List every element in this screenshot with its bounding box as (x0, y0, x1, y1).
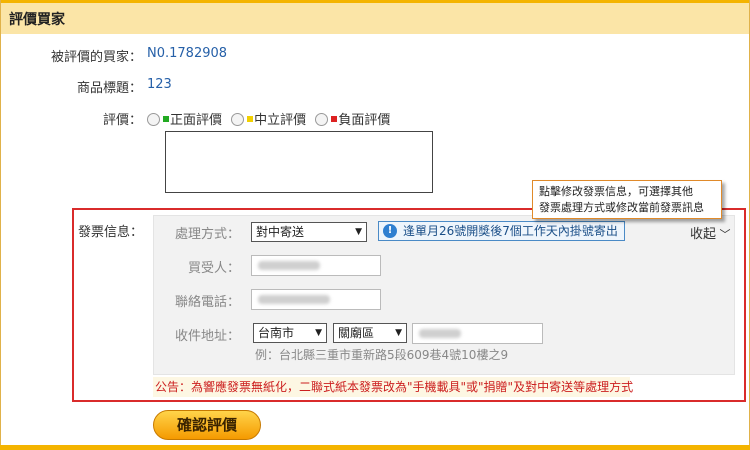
yellow-square-icon (247, 116, 254, 122)
footer-bar (0, 445, 750, 450)
edit-invoice-tooltip: 點擊修改發票信息，可選擇其他 發票處理方式或修改當前發票訊息 (532, 180, 722, 219)
rating-neutral-label: 中立評價 (254, 113, 307, 128)
radio-negative[interactable] (315, 113, 329, 126)
buyer-id: N0.1782908 (147, 46, 228, 61)
rating-neutral[interactable]: 中立評價 (231, 113, 306, 128)
method-select[interactable]: 對中寄送 ▼ (251, 222, 367, 242)
radio-positive[interactable] (147, 113, 160, 126)
address-label: 收件地址： (174, 329, 240, 344)
rating-negative-label: 負面評價 (338, 113, 391, 128)
product-title: 123 (147, 77, 172, 92)
rating-negative[interactable]: 負面評價 (315, 113, 390, 128)
method-label: 處理方式： (174, 227, 240, 242)
district-value: 關廟區 (338, 326, 375, 340)
rating-label: 評價： (102, 113, 142, 128)
green-square-icon (163, 116, 169, 122)
recipient-input[interactable] (251, 255, 381, 276)
red-square-icon (331, 116, 338, 122)
collapse-label: 收起 (690, 227, 717, 242)
announcement: 公告：為響應發票無紙化，二聯式紙本發票改為"手機載具"或"捐贈"及對中寄送等處理… (153, 377, 633, 397)
city-value: 台南市 (258, 326, 295, 340)
dropdown-arrow-icon: ▼ (315, 328, 322, 338)
recipient-label: 買受人： (187, 261, 240, 276)
invoice-label: 發票信息： (78, 225, 144, 240)
phone-label: 聯絡電話： (174, 295, 240, 310)
confirm-rating-button[interactable]: 確認評價 (153, 410, 261, 440)
city-select[interactable]: 台南市 ▼ (253, 323, 327, 343)
rating-options: 正面評價 中立評價 負面評價 (147, 109, 395, 128)
tooltip-line-1: 點擊修改發票信息，可選擇其他 (539, 185, 693, 198)
dropdown-arrow-icon: ▼ (355, 227, 362, 237)
district-select[interactable]: 關廟區 ▼ (333, 323, 407, 343)
info-icon: ! (383, 224, 397, 238)
rating-positive[interactable]: 正面評價 (147, 113, 222, 128)
chevron-down-icon: ﹀ (716, 228, 731, 241)
lottery-notice: ! 逢單月26號開獎後7個工作天內掛號寄出 (378, 221, 625, 241)
notice-text: 逢單月26號開獎後7個工作天內掛號寄出 (403, 224, 618, 238)
radio-neutral[interactable] (231, 113, 245, 126)
method-value: 對中寄送 (256, 225, 305, 239)
address-input[interactable] (412, 323, 543, 344)
comment-textarea[interactable] (165, 131, 433, 193)
dropdown-arrow-icon: ▼ (395, 328, 402, 338)
collapse-toggle[interactable]: 收起 ﹀ (690, 223, 731, 242)
buyer-label: 被評價的買家： (50, 50, 142, 65)
tooltip-line-2: 發票處理方式或修改當前發票訊息 (539, 201, 704, 214)
rating-positive-label: 正面評價 (170, 113, 223, 128)
address-example: 例：台北縣三重市重新路5段609巷4號10樓之9 (255, 348, 509, 362)
phone-input[interactable] (251, 289, 381, 310)
product-label: 商品標題： (76, 81, 142, 96)
